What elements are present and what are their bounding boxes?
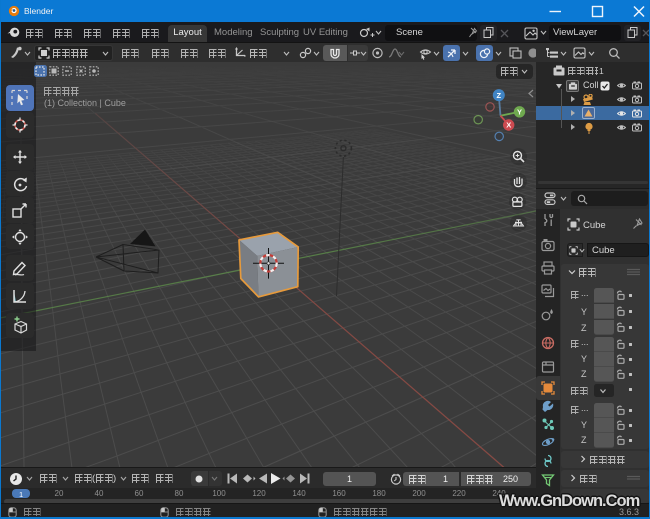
svg-text:X: X bbox=[506, 121, 511, 130]
svg-text:Z: Z bbox=[497, 91, 502, 100]
svg-text:Y: Y bbox=[517, 108, 522, 117]
